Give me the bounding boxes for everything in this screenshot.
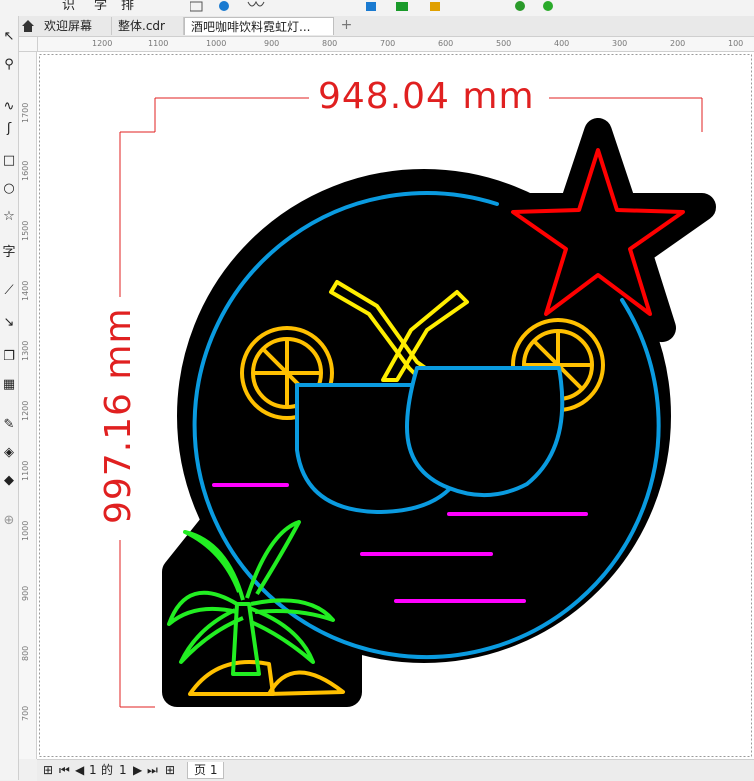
toolbar-char-1[interactable]: 识 bbox=[62, 0, 75, 14]
ruler-tick: 900 bbox=[264, 39, 280, 48]
polygon-tool-icon[interactable]: ☆ bbox=[0, 208, 18, 226]
tab-document-neon[interactable]: 酒吧咖啡饮料霓虹灯... bbox=[184, 17, 334, 35]
ellipse-tool-icon[interactable]: ○ bbox=[0, 180, 18, 198]
connector-tool-icon[interactable]: ↘ bbox=[0, 314, 18, 332]
horizontal-ruler[interactable]: 1200 1100 1000 900 800 700 600 500 400 3… bbox=[38, 37, 754, 52]
transparency-tool-icon[interactable]: ▦ bbox=[0, 376, 18, 394]
first-page-icon[interactable]: ⏮ bbox=[59, 762, 70, 778]
ruler-tick: 1300 bbox=[21, 340, 30, 361]
pick-tool-icon[interactable]: ↖ bbox=[0, 28, 18, 46]
shadow-tool-icon[interactable]: ❐ bbox=[0, 348, 18, 366]
toolbox: ↖ ⚲ ∿ ʃ □ ○ ☆ 字 ⟋ ↘ ❐ ▦ ✎ ◈ ◆ ⊕ bbox=[0, 16, 19, 780]
ruler-tick: 800 bbox=[322, 39, 338, 48]
ruler-tick: 600 bbox=[438, 39, 454, 48]
ruler-tick: 500 bbox=[496, 39, 512, 48]
top-toolbar: 识 学 排 bbox=[0, 0, 754, 17]
tab-label: 欢迎屏幕 bbox=[44, 19, 93, 33]
ruler-tick: 200 bbox=[670, 39, 686, 48]
vertical-ruler[interactable]: 1700 1600 1500 1400 1300 1200 1100 1000 … bbox=[19, 51, 37, 759]
ruler-tick: 700 bbox=[21, 705, 30, 721]
page-navigation-bar: ⊞ ⏮ ◀ 1 的 1 ▶ ⏭ ⊞ 页 1 bbox=[37, 759, 754, 781]
ruler-origin-corner[interactable] bbox=[19, 37, 38, 52]
toolbar-char-2[interactable]: 学 bbox=[94, 0, 107, 14]
ruler-tick: 1100 bbox=[21, 460, 30, 481]
ruler-tick: 900 bbox=[21, 585, 30, 601]
eyedropper-tool-icon[interactable]: ✎ bbox=[0, 416, 18, 434]
document-tab-bar: 欢迎屏幕 整体.cdr 酒吧咖啡饮料霓虹灯... + bbox=[0, 16, 754, 37]
drawing-canvas[interactable]: 948.04 mm 997.16 mm bbox=[37, 52, 754, 759]
page-of-label: 的 bbox=[101, 763, 114, 777]
dimension-tool-icon[interactable]: ⟋ bbox=[0, 282, 18, 300]
add-tool-icon[interactable]: ⊕ bbox=[0, 512, 18, 530]
tab-label: 整体.cdr bbox=[118, 19, 165, 33]
height-dimension-label[interactable]: 997.16 mm bbox=[98, 307, 139, 524]
freehand-tool-icon[interactable]: ∿ bbox=[0, 98, 18, 116]
ruler-tick: 1600 bbox=[21, 160, 30, 181]
ruler-tick: 300 bbox=[612, 39, 628, 48]
zoom-tool-icon[interactable]: ⚲ bbox=[0, 56, 18, 74]
ruler-tick: 100 bbox=[728, 39, 744, 48]
ruler-tick: 1200 bbox=[92, 39, 113, 48]
text-tool-icon[interactable]: 字 bbox=[0, 244, 18, 262]
tab-document-whole[interactable]: 整体.cdr bbox=[112, 17, 184, 35]
new-tab-plus-icon[interactable]: + bbox=[339, 18, 354, 33]
page-total: 1 bbox=[119, 763, 127, 777]
rectangle-tool-icon[interactable]: □ bbox=[0, 152, 18, 170]
curve-tool-icon[interactable]: ʃ bbox=[0, 120, 18, 138]
tab-welcome-screen[interactable]: 欢迎屏幕 bbox=[38, 17, 112, 35]
palm-backing bbox=[162, 507, 362, 707]
ruler-tick: 1000 bbox=[206, 39, 227, 48]
ruler-tick: 800 bbox=[21, 645, 30, 661]
fill-tool-icon[interactable]: ◈ bbox=[0, 444, 18, 462]
add-page-before-icon[interactable]: ⊞ bbox=[43, 762, 53, 778]
home-icon[interactable] bbox=[20, 18, 36, 34]
toolbar-char-3[interactable]: 排 bbox=[121, 0, 134, 14]
previous-page-icon[interactable]: ◀ bbox=[75, 762, 84, 778]
smart-fill-tool-icon[interactable]: ◆ bbox=[0, 472, 18, 490]
page-tab-1[interactable]: 页 1 bbox=[187, 762, 225, 779]
page-current[interactable]: 1 bbox=[89, 762, 97, 778]
width-dimension-label[interactable]: 948.04 mm bbox=[318, 79, 535, 115]
ruler-tick: 700 bbox=[380, 39, 396, 48]
ruler-tick: 1100 bbox=[148, 39, 169, 48]
tab-label: 酒吧咖啡饮料霓虹灯... bbox=[191, 20, 311, 34]
ruler-tick: 1200 bbox=[21, 400, 30, 421]
ruler-tick: 1700 bbox=[21, 102, 30, 123]
last-page-icon[interactable]: ⏭ bbox=[147, 762, 158, 778]
neon-artwork[interactable] bbox=[37, 52, 754, 759]
ruler-tick: 1500 bbox=[21, 220, 30, 241]
next-page-icon[interactable]: ▶ bbox=[133, 762, 142, 778]
ruler-tick: 1400 bbox=[21, 280, 30, 301]
add-page-after-icon[interactable]: ⊞ bbox=[165, 762, 175, 778]
ruler-tick: 1000 bbox=[21, 520, 30, 541]
toolbar-icons[interactable] bbox=[190, 0, 610, 14]
ruler-tick: 400 bbox=[554, 39, 570, 48]
